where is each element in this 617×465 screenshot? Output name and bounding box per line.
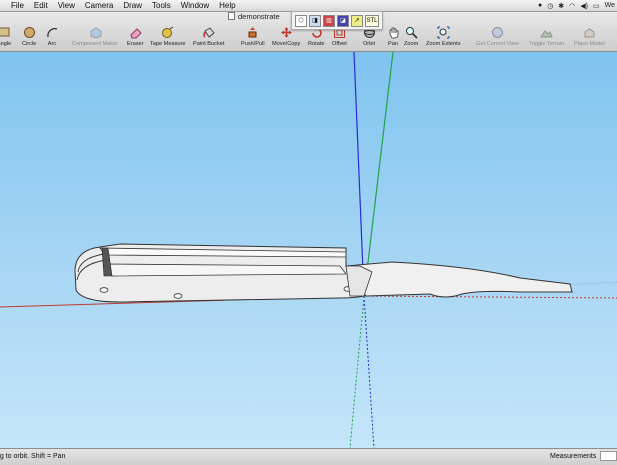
rivet-2 — [173, 293, 183, 299]
clock-text[interactable]: We — [605, 2, 615, 9]
menu-tools[interactable]: Tools — [147, 0, 176, 11]
stl-export-icon[interactable]: STL — [365, 14, 379, 27]
menu-file[interactable]: File — [6, 0, 29, 11]
toggle-terrain-icon — [540, 25, 554, 39]
place-model-icon — [582, 25, 596, 39]
push-pull-icon — [246, 25, 260, 39]
iso-view-icon[interactable]: ⬡ — [295, 14, 307, 27]
rectangle-tool[interactable]: tangle — [0, 25, 11, 47]
toggle-terrain-label: Toggle Terrain — [529, 41, 565, 47]
rivet-1 — [99, 287, 109, 293]
circle-tool-label: Circle — [22, 41, 37, 47]
eraser-icon — [128, 25, 142, 39]
middle-slat — [106, 263, 347, 277]
pan-icon — [386, 25, 400, 39]
front-view-icon[interactable]: ▥ — [323, 14, 335, 27]
menu-view[interactable]: View — [53, 0, 80, 11]
window-title-text: demonstrate — [238, 11, 280, 21]
document-icon — [228, 12, 235, 20]
3d-box-icon[interactable]: ◨ — [309, 14, 321, 27]
arc-tool-label: Arc — [47, 41, 57, 47]
pan-tool-label: Pan — [388, 41, 398, 47]
window-title: demonstrate — [228, 11, 280, 21]
green-axis — [363, 51, 394, 297]
get-current-view-tool[interactable]: Get Current View — [476, 25, 519, 47]
arc-icon — [45, 25, 59, 39]
get-current-view-icon — [490, 25, 504, 39]
measurements-label: Measurements — [550, 453, 597, 460]
pan-tool[interactable]: Pan — [386, 25, 400, 47]
menu-draw[interactable]: Draw — [118, 0, 147, 11]
paint-bucket-icon — [202, 25, 216, 39]
orbit-tool-label: Orbit — [362, 41, 376, 47]
bluetooth-icon[interactable]: ✱ — [558, 2, 564, 10]
menu-extras: ● ◷ ✱ ◠ ◀) ▭ We — [538, 0, 617, 11]
paint-bucket-tool[interactable]: Paint Bucket — [193, 25, 224, 47]
status-hint: ag to orbit. Shift = Pan — [0, 453, 66, 460]
push-pull-label: Push/Pull — [241, 41, 265, 47]
move-copy-label: Move/Copy — [272, 41, 301, 47]
rectangle-tool-label: tangle — [0, 41, 12, 47]
time-machine-icon[interactable]: ◷ — [547, 2, 553, 10]
model-viewport[interactable] — [0, 51, 617, 449]
measurements-field[interactable] — [600, 451, 617, 461]
zoom-extents-tool[interactable]: Zoom Extents — [426, 25, 461, 47]
menu-camera[interactable]: Camera — [80, 0, 118, 11]
section-icon[interactable]: ◪ — [337, 14, 349, 27]
menu-help[interactable]: Help — [214, 0, 240, 11]
menu-edit[interactable]: Edit — [29, 0, 53, 11]
knife-model[interactable] — [74, 243, 573, 303]
blue-axis — [353, 51, 365, 297]
zoom-extents-label: Zoom Extents — [426, 41, 461, 47]
component-maker-icon — [88, 25, 102, 39]
component-maker-label: Component Maker — [72, 41, 119, 47]
component-maker-tool[interactable]: Component Maker — [72, 25, 118, 47]
arc-tool[interactable]: Arc — [45, 25, 59, 47]
push-pull-tool[interactable]: Push/Pull — [241, 25, 265, 47]
zoom-tool[interactable]: Zoom — [404, 25, 418, 47]
volume-icon[interactable]: ◀) — [580, 2, 588, 10]
tape-measure-tool[interactable]: Tape Measure — [150, 25, 185, 47]
rectangle-icon — [0, 25, 11, 39]
place-model-label: Place Model — [574, 41, 605, 47]
wifi-icon[interactable]: ◠ — [569, 2, 575, 10]
green-axis-hidden — [349, 295, 365, 449]
status-bar: ag to orbit. Shift = Pan Measurements — [0, 448, 617, 465]
zoom-extents-icon — [436, 25, 450, 39]
paint-bucket-label: Paint Bucket — [193, 41, 225, 47]
export-icon[interactable]: ↗ — [351, 14, 363, 27]
eraser-tool-label: Eraser — [127, 41, 144, 47]
red-axis-hidden — [363, 295, 617, 299]
floating-toolbar: ⬡ ◨ ▥ ◪ ↗ STL — [291, 11, 383, 30]
eraser-tool[interactable]: Eraser — [127, 25, 143, 47]
circle-icon — [22, 25, 36, 39]
zoom-tool-label: Zoom — [404, 41, 419, 47]
battery-icon[interactable]: ▭ — [593, 2, 600, 10]
menu-window[interactable]: Window — [176, 0, 214, 11]
circle-tool[interactable]: Circle — [22, 25, 36, 47]
viewport-canvas[interactable] — [0, 51, 617, 449]
toggle-terrain-tool[interactable]: Toggle Terrain — [529, 25, 564, 47]
get-current-view-label: Get Current View — [476, 41, 519, 47]
blade-tip — [345, 261, 573, 298]
tape-measure-label: Tape Measure — [150, 41, 186, 47]
status-dot-icon[interactable]: ● — [538, 2, 542, 9]
place-model-tool[interactable]: Place Model — [574, 25, 605, 47]
menu-items: File Edit View Camera Draw Tools Window … — [0, 0, 241, 11]
blue-axis-hidden — [363, 295, 375, 449]
rotate-tool-label: Rotate — [308, 41, 325, 47]
offset-tool-label: Offset — [332, 41, 347, 47]
zoom-icon — [404, 25, 418, 39]
tape-measure-icon — [161, 25, 175, 39]
